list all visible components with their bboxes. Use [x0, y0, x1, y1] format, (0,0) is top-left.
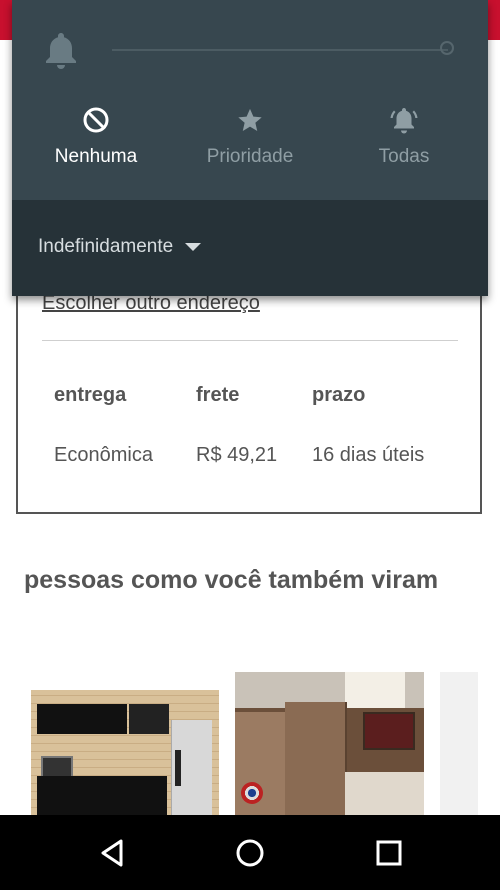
kitchen-fridge-handle	[175, 750, 181, 786]
bedroom-ceiling-light	[345, 672, 405, 708]
shipping-deadline: 16 dias úteis	[312, 444, 425, 466]
product-card-kitchen[interactable]	[31, 690, 219, 815]
recents-button[interactable]	[369, 835, 409, 871]
recents-icon	[376, 840, 402, 866]
mode-option-todas[interactable]: Todas	[329, 104, 479, 168]
bedroom-wall-art	[363, 712, 415, 750]
shipping-header-entrega: entrega	[54, 384, 127, 406]
duration-label: Indefinidamente	[38, 236, 174, 257]
mode-option-prioridade[interactable]: Prioridade	[175, 104, 325, 168]
shipping-type: Econômica	[54, 444, 153, 466]
bedroom-bed	[345, 772, 424, 815]
dropdown-arrow-icon	[185, 243, 202, 251]
volume-slider-thumb[interactable]	[440, 41, 454, 55]
block-icon	[21, 104, 171, 136]
bell-icon	[44, 30, 78, 75]
divider	[42, 340, 458, 341]
kitchen-upper-cabinet-2	[129, 704, 169, 734]
duration-dropdown[interactable]: Indefinidamente	[38, 236, 202, 258]
shade-bottom-panel: Indefinidamente	[12, 200, 488, 296]
product-card-bedroom[interactable]	[235, 672, 424, 815]
shipping-price: R$ 49,21	[196, 444, 278, 466]
kitchen-microwave	[41, 756, 73, 778]
back-button[interactable]	[92, 835, 132, 871]
shade-top-panel: Nenhuma Prioridade Todas	[12, 0, 488, 200]
bedroom-wardrobe	[285, 702, 347, 815]
kitchen-upper-cabinet	[37, 704, 127, 734]
back-icon	[101, 839, 123, 867]
mode-label-prioridade: Prioridade	[206, 146, 294, 167]
mode-label-todas: Todas	[378, 146, 430, 167]
related-section-title: pessoas como você também viram	[24, 566, 439, 594]
product-card-partial[interactable]	[440, 672, 478, 815]
kitchen-lower-cabinet	[37, 776, 167, 815]
home-button[interactable]	[230, 835, 270, 871]
shipping-header-frete: frete	[196, 384, 240, 406]
shipping-header-prazo: prazo	[312, 384, 366, 406]
star-icon	[175, 104, 325, 136]
mode-option-nenhuma[interactable]: Nenhuma	[21, 104, 171, 168]
bell-ring-icon	[329, 104, 479, 136]
bedroom-shield-decor	[241, 782, 263, 804]
home-icon	[236, 839, 264, 867]
notification-shade: Nenhuma Prioridade Todas Indefinidamente	[12, 0, 488, 296]
mode-label-nenhuma: Nenhuma	[54, 146, 138, 167]
volume-slider-track[interactable]	[112, 49, 448, 51]
navigation-bar	[0, 815, 500, 890]
